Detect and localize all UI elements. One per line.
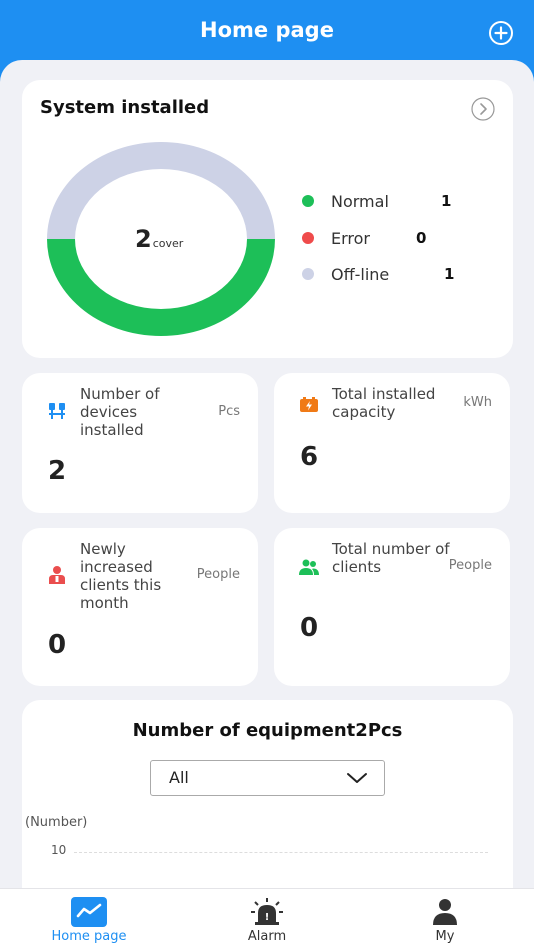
- legend-dot-offline: [302, 268, 314, 280]
- alarm-icon: !: [251, 898, 283, 925]
- legend-item-normal: Normal 1: [302, 189, 482, 213]
- chart-icon: [71, 897, 107, 927]
- devices-installed-card[interactable]: Number of devices installed Pcs 2: [22, 373, 258, 513]
- stat-value: 0: [300, 613, 319, 643]
- system-installed-title: System installed: [40, 97, 210, 118]
- legend-label: Off-line: [331, 264, 390, 284]
- svg-text:!: !: [265, 912, 270, 923]
- legend-value: 1: [441, 192, 452, 210]
- devices-icon: [49, 403, 65, 419]
- legend-item-offline: Off-line 1: [302, 262, 482, 286]
- tab-home[interactable]: Home page: [0, 889, 178, 950]
- legend-dot-error: [302, 232, 314, 244]
- bottom-tab-bar: Home page ! Alarm My: [0, 888, 534, 950]
- donut-center: 2 cover: [135, 225, 183, 253]
- chevron-down-icon: [347, 773, 367, 783]
- stat-value: 6: [300, 442, 319, 472]
- legend-item-error: Error 0: [302, 226, 482, 250]
- stat-value: 2: [48, 456, 67, 486]
- user-icon: [433, 899, 457, 925]
- y-axis-label: (Number): [25, 815, 88, 830]
- legend-dot-normal: [302, 195, 314, 207]
- stat-value: 0: [48, 630, 67, 660]
- stat-unit: Pcs: [218, 404, 240, 419]
- clients-icon: [299, 559, 319, 575]
- chevron-right-icon[interactable]: [471, 97, 495, 121]
- total-clients-card[interactable]: Total number of clients People 0: [274, 528, 510, 686]
- stat-label: Total installed capacity: [332, 385, 436, 421]
- equipment-chart-card: Number of equipment2Pcs All (Number) 10: [22, 700, 513, 890]
- system-count-unit: cover: [152, 237, 184, 250]
- equipment-filter-select[interactable]: All: [150, 760, 385, 796]
- stat-unit: People: [448, 558, 492, 573]
- equipment-title: Number of equipment2Pcs: [132, 720, 403, 741]
- plus-circle-icon[interactable]: [488, 20, 514, 46]
- y-tick-label: 10: [51, 843, 67, 857]
- stat-label: Newly increased clients this month: [80, 540, 162, 612]
- stat-label: Number of devices installed: [80, 385, 160, 439]
- new-clients-card[interactable]: Newly increased clients this month Peopl…: [22, 528, 258, 686]
- donut-segment-normal: [47, 239, 275, 336]
- tab-alarm[interactable]: ! Alarm: [178, 889, 356, 950]
- grid-line: [74, 852, 488, 853]
- battery-charge-icon: [300, 397, 318, 412]
- system-installed-card[interactable]: System installed 2 cover Normal 1 Error …: [22, 80, 513, 358]
- tab-label: My: [435, 929, 455, 944]
- stat-unit: People: [196, 567, 240, 582]
- installed-capacity-card[interactable]: Total installed capacity kWh 6: [274, 373, 510, 513]
- page-title: Home page: [200, 18, 334, 42]
- new-client-icon: [49, 566, 65, 584]
- tab-my[interactable]: My: [356, 889, 534, 950]
- legend-label: Normal: [331, 191, 389, 211]
- main-content: System installed 2 cover Normal 1 Error …: [0, 60, 534, 890]
- legend-value: 0: [416, 229, 427, 247]
- stat-label: Total number of clients: [332, 540, 450, 576]
- system-count: 2: [135, 225, 152, 253]
- legend-value: 1: [444, 265, 455, 283]
- tab-label: Home page: [51, 929, 127, 944]
- stat-unit: kWh: [463, 395, 492, 410]
- select-value: All: [169, 768, 189, 787]
- tab-label: Alarm: [247, 929, 287, 944]
